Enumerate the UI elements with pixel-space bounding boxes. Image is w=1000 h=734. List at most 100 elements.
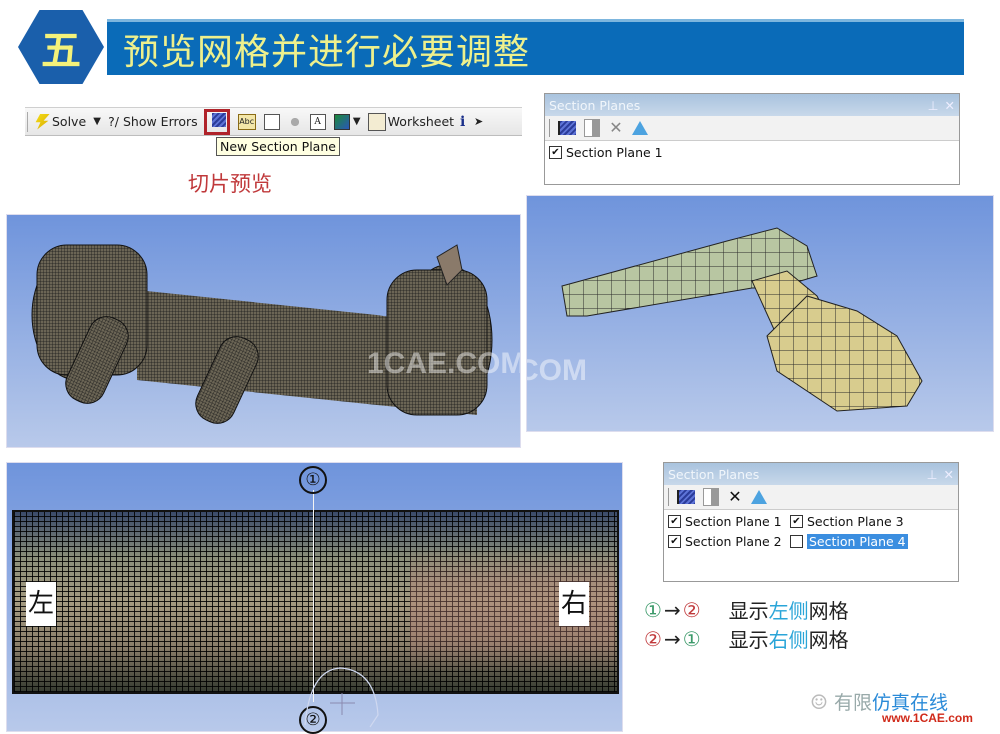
probe-icon [287,114,302,129]
arrow-icon: → [663,626,681,651]
toolbar-grip [549,119,550,137]
copy-plane-icon[interactable] [584,119,600,137]
panel-toolbar: ✕ [545,116,959,141]
mechanical-toolbar: Solve ▼ ?/ Show Errors Abc A ▼ Worksheet… [25,107,522,136]
marker-1: ① [299,466,327,494]
legend-prefix: 显示 [728,599,769,623]
pin-icon[interactable]: ⊥ [927,467,938,482]
solve-button[interactable]: Solve [31,111,89,133]
lightning-icon [35,113,50,130]
panel-title-bar: Section Planes ⊥ ✕ [664,463,958,485]
section-plane-list: Section Plane 1 [545,141,959,164]
logo-text-gray: 有限 [833,692,872,714]
section-plane-item[interactable]: Section Plane 1 [668,513,790,530]
section-planes-panel-top: Section Planes ⊥ ✕ ✕ Section Plane 1 [544,93,960,185]
info-button[interactable]: i ➤ [457,111,486,133]
mesh-view-section-cut: COM [526,195,994,432]
tooltip-new-section-plane: New Section Plane [216,137,340,156]
new-section-plane-icon[interactable] [677,490,695,504]
section-plane-label: Section Plane 3 [807,514,904,529]
copy-plane-icon[interactable] [703,488,719,506]
cube-icon [333,113,350,130]
disabled-tool-button[interactable] [285,111,307,133]
toolbar-grip [668,488,669,506]
arrow-icon: → [663,597,681,622]
chevron-down-icon: ▼ [93,116,101,127]
view-plane-icon[interactable] [632,121,648,135]
chart-icon [263,113,280,130]
worksheet-icon [367,112,386,131]
checkbox[interactable] [668,535,681,548]
watermark-text: COM [527,354,587,387]
checkbox[interactable] [790,535,803,548]
worksheet-label: Worksheet [387,114,455,129]
chevron-down-icon: ▼ [352,116,361,127]
rotation-cursor-icon [304,667,379,728]
display-mode-button[interactable]: ▼ [331,111,365,133]
checkbox[interactable] [549,146,562,159]
marker-from: ② [644,626,662,651]
left-side-label: 左 [26,582,56,626]
marker-to: ① [682,626,701,651]
legend-row-left: ① → ② 显示 左侧 网格 [644,595,849,624]
annotation-icon: Abc [237,113,256,130]
sectioned-body-illustration [561,227,923,412]
checkbox[interactable] [668,515,681,528]
legend-suffix: 网格 [808,599,849,623]
new-chart-button[interactable] [261,111,285,133]
new-section-plane-button[interactable] [201,108,235,135]
section-plane-label: Section Plane 1 [685,514,782,529]
section-plane-list: Section Plane 1 Section Plane 3 Section … [664,510,958,553]
section-plane-item[interactable]: Section Plane 1 [549,144,955,161]
section-number-badge: 五 [18,10,104,84]
worksheet-button[interactable]: Worksheet [365,111,457,133]
panel-title-bar: Section Planes ⊥ ✕ [545,94,959,116]
close-icon[interactable]: ✕ [944,467,954,482]
right-side-label: 右 [559,582,589,626]
legend-prefix: 显示 [728,628,769,652]
legend-row-right: ② → ① 显示 右侧 网格 [644,624,849,653]
mesh-view-full-model: 1CAE.COM [6,214,521,448]
legend-highlight: 左侧 [768,599,809,623]
show-errors-button[interactable]: ?/ Show Errors [105,111,201,133]
meshed-body-illustration [31,244,493,424]
watermark-text: 1CAE.COM [367,347,521,380]
delete-icon[interactable]: ✕ [608,120,624,136]
legend-suffix: 网格 [808,628,849,652]
section-plane-item-selected[interactable]: Section Plane 4 [790,533,912,550]
close-icon[interactable]: ✕ [945,98,955,113]
wechat-icon: ☺ [810,689,828,714]
new-section-plane-icon[interactable] [558,121,576,135]
show-errors-label: ?/ Show Errors [108,114,198,129]
new-annotation-button[interactable]: Abc [235,111,261,133]
delete-icon[interactable]: ✕ [727,489,743,505]
panel-title: Section Planes [549,97,641,113]
info-icon: i [460,113,466,130]
title-bar: 预览网格并进行必要调整 [107,19,964,75]
solve-label: Solve [52,114,87,129]
section-plane-item[interactable]: Section Plane 2 [668,533,790,550]
section-plane-label: Section Plane 1 [566,145,663,160]
page-title: 预览网格并进行必要调整 [123,31,531,73]
section-number: 五 [41,27,81,74]
legend-highlight: 右侧 [768,628,809,652]
section-plane-item[interactable]: Section Plane 3 [790,513,912,530]
slice-preview-caption: 切片预览 [188,172,272,196]
pin-icon[interactable]: ⊥ [928,98,939,113]
marker-from: ① [644,597,662,622]
solve-dropdown-button[interactable]: ▼ [89,111,105,133]
view-plane-icon[interactable] [751,490,767,504]
new-section-plane-icon [203,108,230,135]
footer-url: www.1CAE.com [882,711,973,725]
cursor-icon: ➤ [474,115,484,128]
checkbox[interactable] [790,515,803,528]
marker-to: ② [682,597,701,622]
text-icon: A [309,113,326,130]
text-button[interactable]: A [307,111,331,133]
section-plane-label: Section Plane 4 [807,534,908,549]
panel-toolbar: ✕ [664,485,958,510]
section-planes-panel-bottom: Section Planes ⊥ ✕ ✕ Section Plane 1 Sec… [663,462,959,582]
section-plane-label: Section Plane 2 [685,534,782,549]
panel-title: Section Planes [668,466,760,482]
toolbar-grip [27,111,28,132]
